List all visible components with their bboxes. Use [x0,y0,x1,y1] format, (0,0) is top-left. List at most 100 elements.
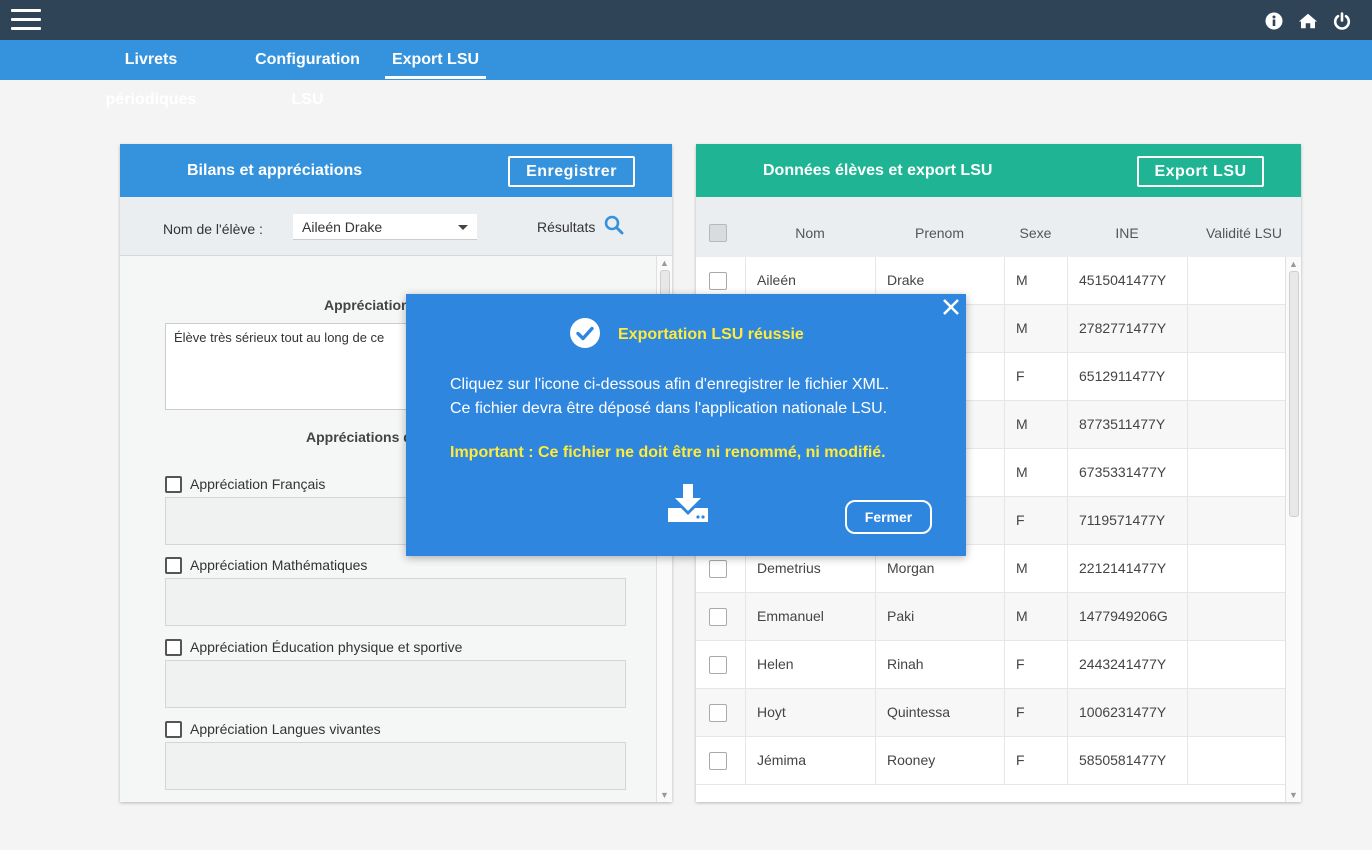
scroll-up-icon[interactable]: ▲ [1289,259,1298,269]
top-bar [0,0,1372,40]
tab-configuration-lsu[interactable]: Configuration LSU [240,40,375,108]
cell-ine: 7119571477Y [1067,497,1187,544]
scroll-down-icon[interactable]: ▼ [1289,790,1298,800]
cell-prenom: Quintessa [875,689,1004,736]
home-icon[interactable] [1298,11,1318,31]
results-link[interactable]: Résultats [537,215,624,235]
cell-prenom: Paki [875,593,1004,640]
student-select-value: Aileén Drake [302,219,383,235]
cell-validite [1187,305,1285,352]
cell-ine: 1006231477Y [1067,689,1187,736]
cell-validite [1187,689,1285,736]
table-row[interactable]: Jémima Rooney F 5850581477Y [696,737,1285,785]
subjects-appreciations-title: Appréciations d [306,429,412,445]
cell-sexe: M [1004,257,1067,304]
save-button[interactable]: Enregistrer [508,156,635,187]
cell-validite [1187,593,1285,640]
select-all-checkbox[interactable] [709,224,727,242]
row-checkbox[interactable] [709,608,727,626]
cell-sexe: F [1004,689,1067,736]
scroll-down-icon[interactable]: ▼ [660,790,669,800]
close-dialog-button[interactable]: Fermer [845,500,932,534]
export-panel-header: Données élèves et export LSU Export LSU [696,144,1301,197]
subject-mathematiques-field[interactable] [165,578,626,626]
subject-francais-row[interactable]: Appréciation Français [165,475,325,493]
scroll-up-icon[interactable]: ▲ [660,258,669,268]
subject-langues-field[interactable] [165,742,626,790]
info-icon[interactable] [1264,11,1284,31]
cell-prenom: Rinah [875,641,1004,688]
menu-icon[interactable] [11,9,41,30]
cell-validite [1187,737,1285,784]
row-checkbox[interactable] [709,656,727,674]
dialog-title: Exportation LSU réussie [618,326,804,343]
download-icon[interactable] [666,482,710,524]
dialog-important-note: Important : Ce fichier ne doit être ni r… [450,444,886,461]
right-scrollbar[interactable]: ▲ ▼ [1285,257,1301,802]
search-icon[interactable] [604,215,624,238]
tab-export-lsu[interactable]: Export LSU [385,40,486,80]
check-circle-icon [570,318,600,348]
row-checkbox[interactable] [709,560,727,578]
row-checkbox[interactable] [709,272,727,290]
student-select[interactable]: Aileén Drake [293,214,477,240]
cell-validite [1187,641,1285,688]
cell-validite [1187,257,1285,304]
subject-francais-label: Appréciation Français [190,476,326,492]
dialog-line-2: Ce fichier devra être déposé dans l'appl… [450,400,888,417]
table-row[interactable]: Hoyt Quintessa F 1006231477Y [696,689,1285,737]
cell-nom: Jémima [745,737,875,784]
subject-mathematiques-label: Appréciation Mathématiques [190,557,368,573]
results-label: Résultats [537,219,596,235]
cell-validite [1187,545,1285,592]
tab-livrets-periodiques[interactable]: Livrets périodiques [81,40,221,108]
subject-mathematiques-checkbox[interactable] [165,556,182,574]
cell-validite [1187,401,1285,448]
table-row[interactable]: Emmanuel Paki M 1477949206G [696,593,1285,641]
subject-eps-label: Appréciation Éducation physique et sport… [190,639,463,655]
cell-nom: Hoyt [745,689,875,736]
student-filter-bar: Nom de l'élève : Aileén Drake Résultats [120,197,672,256]
close-icon[interactable] [939,295,963,319]
bilans-panel-title: Bilans et appréciations [187,162,363,179]
cell-ine: 5850581477Y [1067,737,1187,784]
cell-sexe: M [1004,305,1067,352]
right-scroll-thumb[interactable] [1289,271,1299,517]
row-checkbox[interactable] [709,752,727,770]
cell-sexe: M [1004,593,1067,640]
students-table-header: Nom Prenom Sexe INE Validité LSU [696,197,1301,257]
power-icon[interactable] [1332,11,1352,31]
export-success-dialog: Exportation LSU réussie Cliquez sur l'ic… [406,294,966,556]
chevron-down-icon [458,225,468,230]
table-row[interactable]: Helen Rinah F 2443241477Y [696,641,1285,689]
cell-prenom: Rooney [875,737,1004,784]
subject-eps-field[interactable] [165,660,626,708]
cell-ine: 1477949206G [1067,593,1187,640]
cell-ine: 2212141477Y [1067,545,1187,592]
cell-sexe: M [1004,449,1067,496]
subject-langues-row[interactable]: Appréciation Langues vivantes [165,720,381,738]
subject-eps-checkbox[interactable] [165,638,182,656]
subject-mathematiques-row[interactable]: Appréciation Mathématiques [165,556,367,574]
subject-francais-checkbox[interactable] [165,475,182,493]
cell-nom: Emmanuel [745,593,875,640]
dialog-line-1: Cliquez sur l'icone ci-dessous afin d'en… [450,376,890,393]
subject-langues-checkbox[interactable] [165,720,182,738]
cell-ine: 6735331477Y [1067,449,1187,496]
row-checkbox[interactable] [709,704,727,722]
cell-sexe: F [1004,497,1067,544]
cell-ine: 4515041477Y [1067,257,1187,304]
cell-sexe: M [1004,545,1067,592]
subject-langues-label: Appréciation Langues vivantes [190,721,381,737]
student-label: Nom de l'élève : [163,221,263,237]
cell-ine: 6512911477Y [1067,353,1187,400]
export-panel-title: Données élèves et export LSU [763,162,993,179]
general-appreciation-title: Appréciation [324,297,410,313]
cell-sexe: F [1004,353,1067,400]
subject-eps-row[interactable]: Appréciation Éducation physique et sport… [165,638,462,656]
cell-ine: 2443241477Y [1067,641,1187,688]
cell-ine: 2782771477Y [1067,305,1187,352]
export-lsu-button[interactable]: Export LSU [1137,156,1264,187]
nav-bar: Livrets périodiques Configuration LSU Ex… [0,40,1372,108]
cell-validite [1187,353,1285,400]
